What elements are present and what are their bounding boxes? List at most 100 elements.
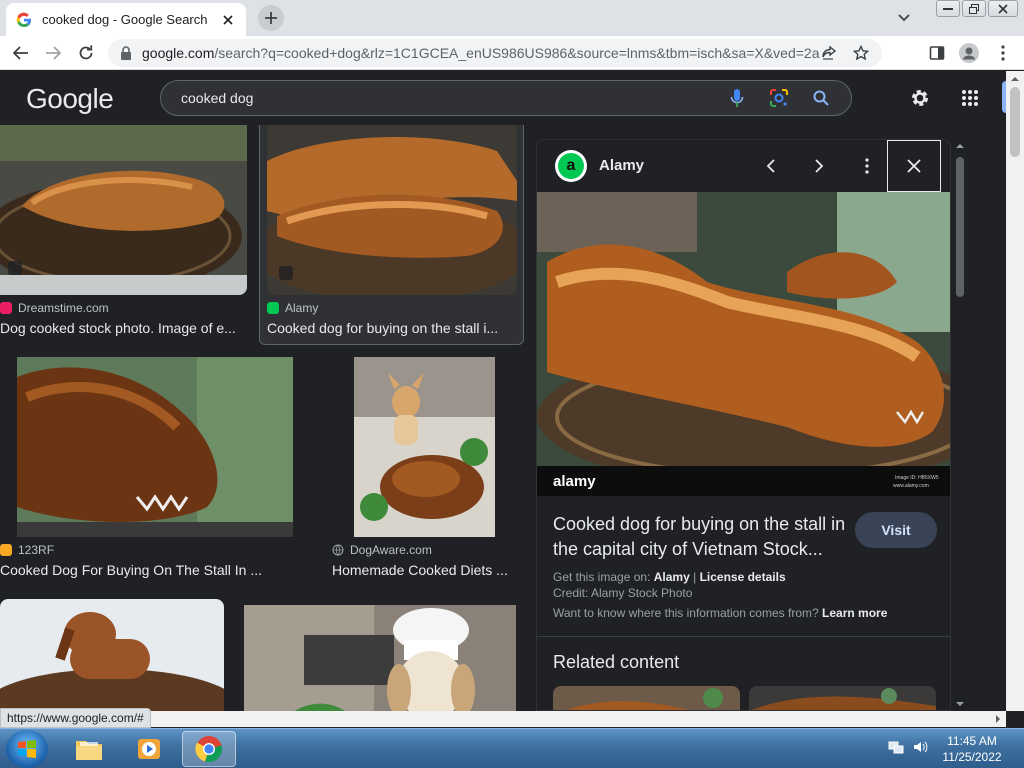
browser-toolbar: google.com/search?q=cooked+dog&rlz=1C1GC…: [0, 36, 1024, 70]
tab-google-search[interactable]: cooked dog - Google Search: [6, 3, 246, 36]
result-caption-4[interactable]: Homemade Cooked Diets ...: [332, 562, 512, 578]
scroll-right-icon: [996, 715, 1000, 723]
close-panel-button[interactable]: [887, 140, 941, 192]
close-icon: [907, 159, 921, 173]
image-watermark: alamy: [553, 473, 596, 490]
forward-button[interactable]: [42, 42, 64, 64]
restore-button[interactable]: [962, 0, 986, 17]
system-clock[interactable]: 11:45 AM 11/25/2022: [932, 733, 1012, 765]
roasted-dog-head-photo: [17, 357, 293, 537]
new-tab-button[interactable]: [258, 5, 284, 31]
kebab-menu-icon: [865, 158, 869, 174]
minimize-icon: [943, 7, 953, 10]
panel-image-title[interactable]: Cooked dog for buying on the stall in th…: [553, 512, 853, 562]
close-tab-icon[interactable]: [220, 12, 236, 28]
123rf-favicon-icon: [0, 544, 12, 556]
related-thumbnail-1[interactable]: [553, 686, 740, 710]
bookmark-button[interactable]: [852, 44, 870, 62]
profile-button[interactable]: [958, 42, 980, 64]
panel-divider: [537, 636, 950, 637]
google-images-page: Dreamstime.com Dog cooked stock photo. I…: [0, 71, 1024, 711]
chrome-taskbar-button[interactable]: [182, 731, 236, 767]
windows-logo-icon: [18, 740, 36, 758]
share-button[interactable]: [820, 44, 838, 62]
panel-scrollbar-thumb[interactable]: [956, 157, 964, 297]
chevron-right-icon: [815, 159, 824, 173]
avatar-icon: [959, 43, 979, 63]
result-caption-3[interactable]: Cooked Dog For Buying On The Stall In ..…: [0, 562, 270, 578]
page-scrollbar[interactable]: [1006, 71, 1024, 711]
reload-icon: [79, 45, 93, 60]
media-player-icon: [138, 739, 160, 759]
network-icon[interactable]: [888, 739, 904, 760]
search-submit-button[interactable]: [811, 88, 831, 108]
result-source-4[interactable]: DogAware.com: [332, 543, 432, 557]
search-box[interactable]: [160, 80, 852, 116]
dog-figurine-photo: [0, 599, 224, 711]
plus-icon: [265, 12, 277, 24]
tab-strip: cooked dog - Google Search: [0, 0, 1024, 36]
preview-image[interactable]: alamy Image ID: HB5XW5 www.alamy.com: [537, 192, 950, 496]
license-details-link[interactable]: License details: [700, 570, 786, 584]
get-image-source-link[interactable]: Alamy: [654, 570, 690, 584]
panel-scrollbar[interactable]: [952, 139, 968, 711]
star-icon: [853, 45, 869, 61]
result-source-2[interactable]: Alamy: [267, 301, 318, 315]
tab-search-button[interactable]: [894, 8, 914, 28]
result-caption-1[interactable]: Dog cooked stock photo. Image of e...: [0, 320, 240, 336]
tab-title: cooked dog - Google Search: [42, 12, 208, 27]
google-apps-button[interactable]: [958, 86, 982, 110]
settings-button[interactable]: [908, 86, 932, 110]
horizontal-scrollbar[interactable]: [0, 711, 1006, 727]
result-source-1[interactable]: Dreamstime.com: [0, 301, 109, 315]
address-bar[interactable]: google.com/search?q=cooked+dog&rlz=1C1GC…: [108, 39, 882, 67]
clock-date: 11/25/2022: [942, 750, 1002, 764]
start-button[interactable]: [6, 730, 48, 768]
close-icon: [998, 3, 1008, 14]
voice-search-button[interactable]: [727, 88, 747, 108]
search-icon: [813, 90, 829, 106]
result-caption-2[interactable]: Cooked dog for buying on the stall i...: [267, 320, 507, 336]
alamy-logo: a: [555, 150, 587, 182]
related-thumbnail-2[interactable]: [749, 686, 936, 710]
reload-button[interactable]: [75, 42, 97, 64]
close-window-button[interactable]: [988, 0, 1018, 17]
folder-icon: [76, 741, 102, 760]
result-image-2[interactable]: [267, 121, 517, 295]
visit-button[interactable]: Visit: [855, 512, 937, 548]
google-logo[interactable]: Google: [26, 83, 114, 115]
result-image-5[interactable]: [0, 599, 224, 711]
more-options-button[interactable]: [855, 154, 879, 178]
volume-icon[interactable]: [912, 739, 928, 760]
result-source-label: DogAware.com: [350, 543, 432, 557]
scroll-up-icon: [1011, 77, 1019, 81]
minimize-button[interactable]: [936, 0, 960, 17]
image-preview-panel: a Alamy alamy Image ID: HB5XW5 www.alamy…: [536, 139, 951, 711]
page-scrollbar-thumb[interactable]: [1010, 87, 1020, 157]
chevron-left-icon: [766, 159, 775, 173]
roasted-dog-photo: [267, 121, 517, 295]
search-input[interactable]: [181, 90, 727, 106]
side-panel-button[interactable]: [926, 42, 948, 64]
result-image-6[interactable]: [244, 605, 516, 711]
image-credit: Credit: Alamy Stock Photo: [553, 586, 693, 600]
back-button[interactable]: [10, 42, 32, 64]
google-lens-icon: [770, 89, 788, 107]
panel-source-name[interactable]: Alamy: [599, 157, 644, 174]
result-image-4[interactable]: [354, 357, 495, 537]
chrome-menu-button[interactable]: [992, 42, 1014, 64]
media-player-taskbar-button[interactable]: [122, 731, 176, 767]
image-site: www.alamy.com: [893, 483, 929, 489]
restore-icon: [969, 3, 979, 14]
result-image-3[interactable]: [17, 357, 293, 537]
lens-search-button[interactable]: [769, 88, 789, 108]
result-image-1[interactable]: [0, 111, 247, 295]
windows-taskbar: 11:45 AM 11/25/2022: [0, 728, 1024, 768]
scroll-up-icon: [956, 144, 964, 148]
previous-image-button[interactable]: [759, 154, 783, 178]
result-source-3[interactable]: 123RF: [0, 543, 54, 557]
get-image-prefix: Get this image on:: [553, 570, 651, 584]
learn-more-link[interactable]: Learn more: [822, 606, 887, 620]
file-explorer-taskbar-button[interactable]: [62, 731, 116, 767]
next-image-button[interactable]: [807, 154, 831, 178]
